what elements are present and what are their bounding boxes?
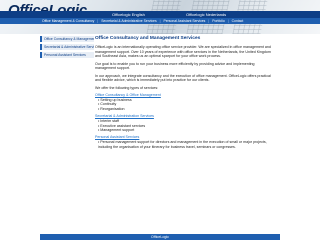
approach-paragraph: In our approach, we integrate consultanc…	[95, 73, 271, 83]
nav-separator: |	[227, 19, 229, 23]
sidebar-item-secretarial[interactable]: Secretarial & Administrative Services	[40, 44, 94, 50]
goal-paragraph: Our goal is to enable you to run your bu…	[95, 61, 255, 71]
list-item: • Management support	[98, 128, 135, 133]
nav-item-portfolio[interactable]: Portfolio	[212, 18, 224, 24]
sidebar-item-office-consultancy[interactable]: Office Consultancy & Management	[40, 36, 94, 42]
section-title-secretarial[interactable]: Secretarial & Administration Services	[95, 114, 275, 118]
nav-item-personal-assistant[interactable]: Personal Assistant Services	[164, 18, 206, 24]
nav-item-office-management[interactable]: Office Management & Consultancy	[42, 18, 94, 24]
intro-paragraph: OfficeLogic is an internationally operat…	[95, 45, 271, 58]
page-title: Office Consultancy and Management Servic…	[95, 36, 201, 41]
nav-item-secretarial[interactable]: Secretarial & Administrative Services	[101, 18, 156, 24]
lang-english-link[interactable]: Officelogic English	[112, 11, 145, 18]
sidebar: Office Consultancy & Management Secretar…	[40, 36, 94, 60]
main-nav: Office Management & Consultancy | Secret…	[0, 18, 320, 24]
main-content: Office Consultancy and Management Servic…	[95, 36, 275, 149]
section-title-personal-assistant[interactable]: Personal Assistant Services	[95, 135, 275, 139]
nav-separator: |	[208, 19, 210, 23]
footer: OfficeLogic	[40, 234, 280, 240]
list-item: • Personal management support for direct…	[98, 140, 267, 149]
language-bar: Officelogic English Officelogic Nederlan…	[0, 11, 320, 18]
section-title-office-consultancy[interactable]: Office Consultancy & Office Management	[95, 93, 275, 97]
nav-separator: |	[159, 19, 161, 23]
sidebar-item-personal-assistant[interactable]: Personal Assistant Services	[40, 52, 94, 58]
services-intro: We offer the following types of services…	[95, 85, 159, 90]
lang-dutch-link[interactable]: Officelogic Nederlands	[186, 11, 226, 18]
nav-separator: |	[97, 19, 99, 23]
footer-text: OfficeLogic	[151, 235, 169, 239]
nav-item-contact[interactable]: Contact	[232, 18, 244, 24]
list-item: • Reorganisation	[98, 106, 125, 111]
